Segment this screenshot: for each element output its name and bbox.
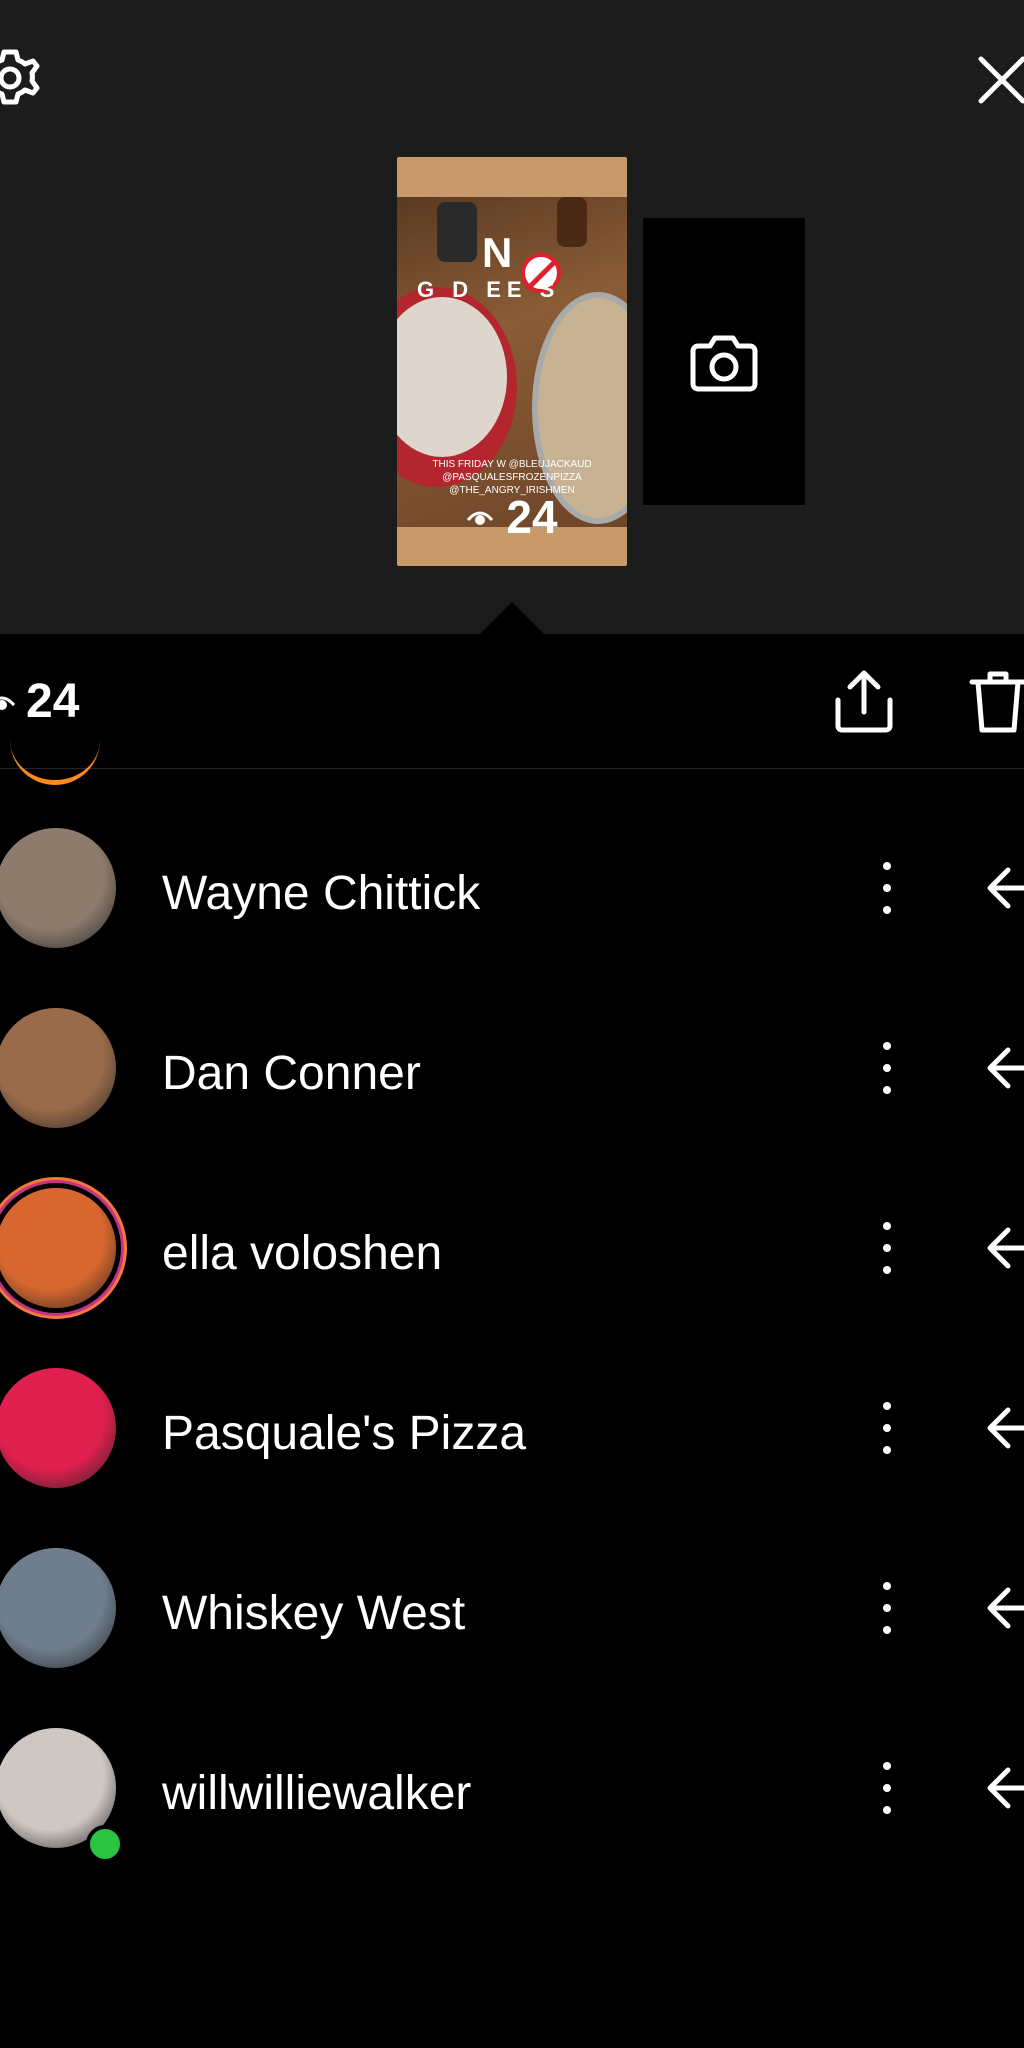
viewer-name[interactable]: Wayne Chittick: [162, 866, 480, 921]
more-options-icon[interactable]: [872, 1222, 902, 1274]
share-icon[interactable]: [832, 668, 896, 736]
reply-arrow-icon[interactable]: [986, 1404, 1024, 1452]
avatar[interactable]: [0, 1177, 127, 1319]
close-icon[interactable]: [972, 50, 1024, 110]
thumbnail-view-count: 24: [397, 491, 627, 543]
viewer-row[interactable]: ella voloshen: [0, 1168, 1024, 1328]
reply-arrow-icon[interactable]: [986, 1584, 1024, 1632]
avatar[interactable]: [0, 1548, 116, 1668]
viewer-name[interactable]: Dan Conner: [162, 1046, 421, 1101]
story-overlay-title: N: [482, 229, 513, 276]
avatar[interactable]: [0, 1368, 116, 1488]
viewer-name[interactable]: ella voloshen: [162, 1226, 442, 1281]
story-preview-panel: N G D EE S THIS FRIDAY W @BLEUJACKAUD @P…: [0, 0, 1024, 634]
add-story-button[interactable]: [643, 218, 805, 505]
viewer-row[interactable]: willwilliewalker: [0, 1708, 1024, 1868]
story-caption-line-1: THIS FRIDAY W @BLEUJACKAUD: [432, 459, 592, 470]
reply-arrow-icon[interactable]: [986, 1764, 1024, 1812]
viewer-row[interactable]: Dan Conner: [0, 988, 1024, 1148]
more-options-icon[interactable]: [872, 862, 902, 914]
viewer-row[interactable]: Pasquale's Pizza: [0, 1348, 1024, 1508]
reply-arrow-icon[interactable]: [986, 1224, 1024, 1272]
reply-arrow-icon[interactable]: [986, 1044, 1024, 1092]
viewer-name[interactable]: Pasquale's Pizza: [162, 1406, 526, 1461]
online-status-dot: [86, 1825, 124, 1863]
partial-avatar-ring: [10, 740, 100, 785]
viewer-row[interactable]: Whiskey West: [0, 1528, 1024, 1688]
selected-story-pointer: [480, 602, 544, 634]
more-options-icon[interactable]: [872, 1042, 902, 1094]
thumbnail-view-number: 24: [506, 491, 558, 543]
avatar[interactable]: [0, 1008, 116, 1128]
more-options-icon[interactable]: [872, 1402, 902, 1454]
eye-icon: [467, 511, 494, 525]
view-count[interactable]: 24: [0, 674, 79, 729]
story-caption-line-2: @PASQUALESFROZENPIZZA: [442, 472, 582, 483]
camera-icon: [690, 335, 758, 391]
viewer-name[interactable]: willwilliewalker: [162, 1766, 471, 1821]
viewer-name[interactable]: Whiskey West: [162, 1586, 465, 1641]
trash-icon[interactable]: [968, 668, 1024, 736]
more-options-icon[interactable]: [872, 1582, 902, 1634]
reply-arrow-icon[interactable]: [986, 864, 1024, 912]
more-options-icon[interactable]: [872, 1762, 902, 1814]
avatar[interactable]: [0, 828, 116, 948]
story-overlay-title-rest: G D EE S: [417, 277, 561, 302]
view-count-number: 24: [26, 675, 80, 728]
gear-icon[interactable]: [0, 38, 50, 118]
story-thumbnail[interactable]: N G D EE S THIS FRIDAY W @BLEUJACKAUD @P…: [397, 157, 627, 566]
viewer-row[interactable]: Wayne Chittick: [0, 808, 1024, 968]
eye-icon: [0, 696, 16, 710]
